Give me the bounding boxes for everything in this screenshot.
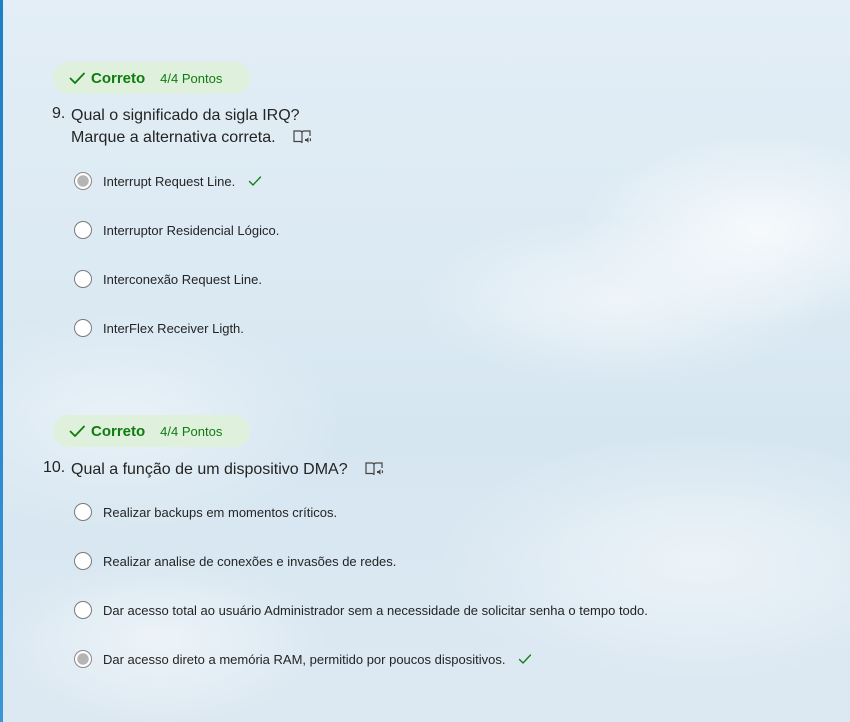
immersive-reader-icon[interactable] xyxy=(364,461,384,477)
radio-button[interactable] xyxy=(74,270,92,288)
result-status: Correto xyxy=(91,422,146,440)
option-label: Interruptor Residencial Lógico. xyxy=(103,222,280,238)
check-icon xyxy=(519,654,532,664)
result-badge: Correto 4/4 Pontos xyxy=(53,62,250,94)
answer-option[interactable]: Interrupt Request Line. xyxy=(74,170,262,192)
option-label: Dar acesso direto a memória RAM, permiti… xyxy=(103,651,506,667)
check-icon xyxy=(249,176,262,186)
check-icon xyxy=(69,425,85,437)
radio-button[interactable] xyxy=(74,601,92,619)
radio-button[interactable] xyxy=(74,319,92,337)
immersive-reader-icon[interactable] xyxy=(292,129,312,145)
option-label: Realizar backups em momentos críticos. xyxy=(103,504,338,520)
radio-button[interactable] xyxy=(74,503,92,521)
option-label: InterFlex Receiver Ligth. xyxy=(103,320,244,336)
result-badge: Correto 4/4 Pontos xyxy=(53,415,250,447)
question-text-line1: Qual o significado da sigla IRQ? xyxy=(71,107,300,124)
check-icon xyxy=(69,72,85,84)
answer-option[interactable]: InterFlex Receiver Ligth. xyxy=(74,317,244,339)
question-title: Qual o significado da sigla IRQ? Marque … xyxy=(71,105,312,149)
option-label: Dar acesso total ao usuário Administrado… xyxy=(103,602,648,618)
question-number: 10. xyxy=(43,459,66,476)
answer-option[interactable]: Interconexão Request Line. xyxy=(74,268,262,290)
question-number: 9. xyxy=(52,105,66,122)
answer-option[interactable]: Realizar analise de conexões e invasões … xyxy=(74,550,396,572)
option-label: Interrupt Request Line. xyxy=(103,173,236,189)
result-points: 4/4 Pontos xyxy=(160,423,223,439)
answer-option[interactable]: Realizar backups em momentos críticos. xyxy=(74,501,337,523)
question-text-line2: Marque a alternativa correta. xyxy=(71,129,276,146)
radio-button[interactable] xyxy=(74,552,92,570)
radio-button-selected[interactable] xyxy=(74,650,92,668)
answer-option[interactable]: Interruptor Residencial Lógico. xyxy=(74,219,279,241)
result-points: 4/4 Pontos xyxy=(160,70,223,86)
answer-option[interactable]: Dar acesso direto a memória RAM, permiti… xyxy=(74,648,532,670)
question-text-line1: Qual a função de um dispositivo DMA? xyxy=(71,461,348,478)
radio-button[interactable] xyxy=(74,221,92,239)
answer-option[interactable]: Dar acesso total ao usuário Administrado… xyxy=(74,599,648,621)
option-label: Realizar analise de conexões e invasões … xyxy=(103,553,397,569)
window-edge xyxy=(0,0,3,722)
option-label: Interconexão Request Line. xyxy=(103,271,262,287)
result-status: Correto xyxy=(91,69,146,87)
question-title: Qual a função de um dispositivo DMA? xyxy=(71,459,384,481)
radio-button-selected[interactable] xyxy=(74,172,92,190)
